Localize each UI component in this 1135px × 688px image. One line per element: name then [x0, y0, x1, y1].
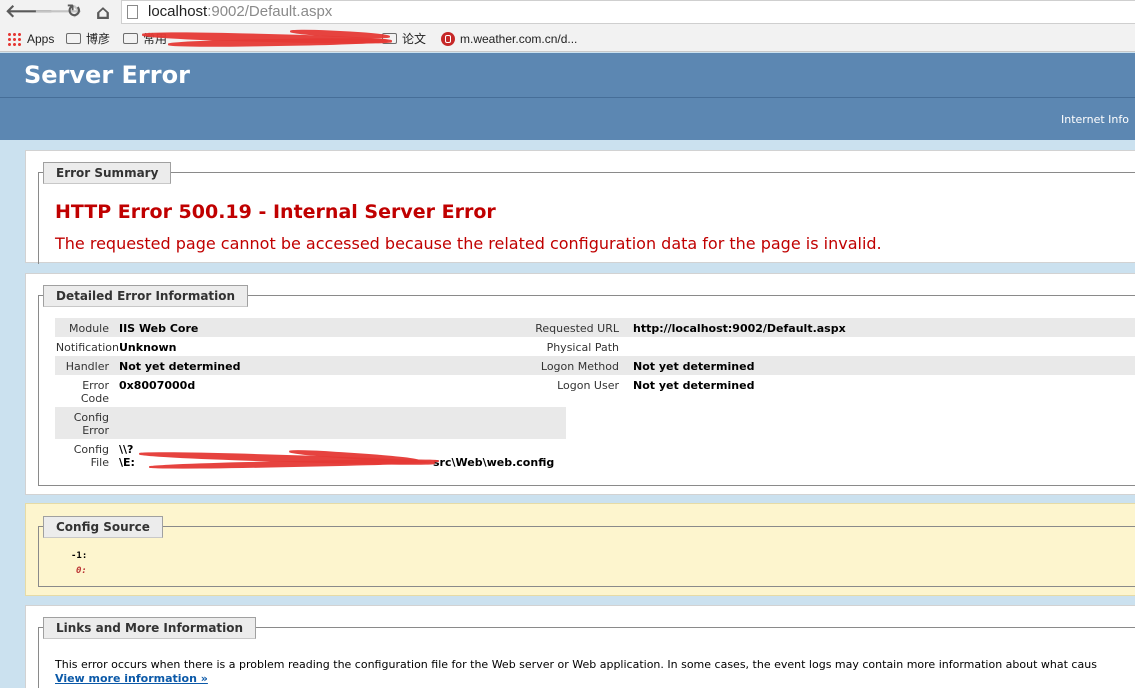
home-button[interactable]: ⌂	[92, 0, 114, 24]
url-text[interactable]: localhost:9002/Default.aspx	[148, 3, 332, 20]
error-heading: HTTP Error 500.19 - Internal Server Erro…	[55, 201, 496, 223]
section-legend: Config Source	[43, 516, 163, 538]
bookmark-label: 论文	[402, 32, 427, 46]
detail-label-logon-method: Logon Method	[540, 360, 619, 373]
detailed-error-fieldset: Detailed Error Information Module Notifi…	[38, 285, 1135, 486]
bookmark-folder-boyan[interactable]: 博彦	[66, 31, 110, 47]
address-bar[interactable]: localhost:9002/Default.aspx	[121, 0, 1135, 24]
bookmark-label: m.weather.com.cn/d...	[460, 32, 578, 46]
reload-button[interactable]: ↻	[63, 0, 85, 24]
links-section: Links and More Information This error oc…	[25, 605, 1135, 688]
url-host: localhost	[148, 3, 208, 20]
detail-value-handler: Not yet determined	[119, 360, 241, 373]
links-description: This error occurs when there is a proble…	[55, 658, 1097, 671]
folder-icon	[66, 33, 81, 45]
detail-label-error-code: Error Code	[80, 379, 109, 405]
detail-label-config-file: Config File	[73, 443, 109, 469]
detail-value-logon-user: Not yet determined	[633, 379, 755, 392]
detail-label-physical-path: Physical Path	[546, 341, 619, 354]
view-more-information-link[interactable]: View more information »	[55, 672, 208, 685]
config-source-fieldset: Config Source -1: 0:	[38, 516, 1135, 587]
detail-label-module: Module	[69, 322, 109, 335]
config-source-line: -1:	[71, 551, 88, 561]
page-header: Server Error	[0, 53, 1135, 98]
bookmark-weather[interactable]: m.weather.com.cn/d...	[441, 31, 577, 47]
detail-label-handler: Handler	[65, 360, 109, 373]
forward-button[interactable]: 🡒	[34, 0, 82, 24]
subheader-text: Internet Info	[1061, 113, 1129, 126]
detail-value-config-file-line2: \E:	[119, 456, 135, 469]
detail-label-config-error: Config Error	[73, 411, 109, 437]
detail-value-requested-url: http://localhost:9002/Default.aspx	[633, 322, 846, 335]
detail-value-logon-method: Not yet determined	[633, 360, 755, 373]
url-path: :9002/Default.aspx	[207, 3, 333, 20]
detail-value-error-code: 0x8007000d	[119, 379, 196, 392]
back-button[interactable]: 🡐	[5, 0, 53, 24]
detail-value-module: IIS Web Core	[119, 322, 199, 335]
links-fieldset: Links and More Information This error oc…	[38, 617, 1135, 688]
apps-grid-icon	[7, 31, 21, 46]
bookmark-label: 博彦	[86, 32, 111, 46]
bookmarks-bar: Apps 博彦 常用 论文 m.weather.com.cn/d...	[0, 26, 1135, 52]
detailed-error-section: Detailed Error Information Module Notifi…	[25, 273, 1135, 495]
config-source-section: Config Source -1: 0:	[25, 503, 1135, 596]
detail-value-notification: Unknown	[119, 341, 177, 354]
section-legend: Links and More Information	[43, 617, 257, 639]
section-legend: Detailed Error Information	[43, 285, 249, 307]
detail-label-requested-url: Requested URL	[535, 322, 619, 335]
error-summary-fieldset: Error Summary HTTP Error 500.19 - Intern…	[38, 162, 1135, 264]
detail-value-config-file-line1: \\?	[119, 443, 134, 456]
browser-toolbar: 🡐 🡒 ↻ ⌂ localhost:9002/Default.aspx	[0, 0, 1135, 26]
bookmark-apps[interactable]: Apps	[7, 31, 54, 47]
page-title: Server Error	[24, 61, 190, 89]
error-message: The requested page cannot be accessed be…	[55, 234, 882, 253]
page-icon	[127, 5, 138, 19]
error-summary-section: Error Summary HTTP Error 500.19 - Intern…	[25, 150, 1135, 264]
detail-label-logon-user: Logon User	[557, 379, 619, 392]
detail-label-notification: Notification	[55, 341, 119, 354]
page-subheader: Internet Info	[0, 98, 1135, 140]
config-source-line: 0:	[76, 566, 87, 576]
section-legend: Error Summary	[43, 162, 172, 184]
bookmark-label: Apps	[27, 32, 55, 46]
detail-row-bg	[55, 407, 566, 439]
detail-value-config-file-tail: src\Web\web.config	[433, 456, 555, 469]
weather-site-icon	[441, 31, 455, 46]
folder-icon	[123, 33, 138, 45]
